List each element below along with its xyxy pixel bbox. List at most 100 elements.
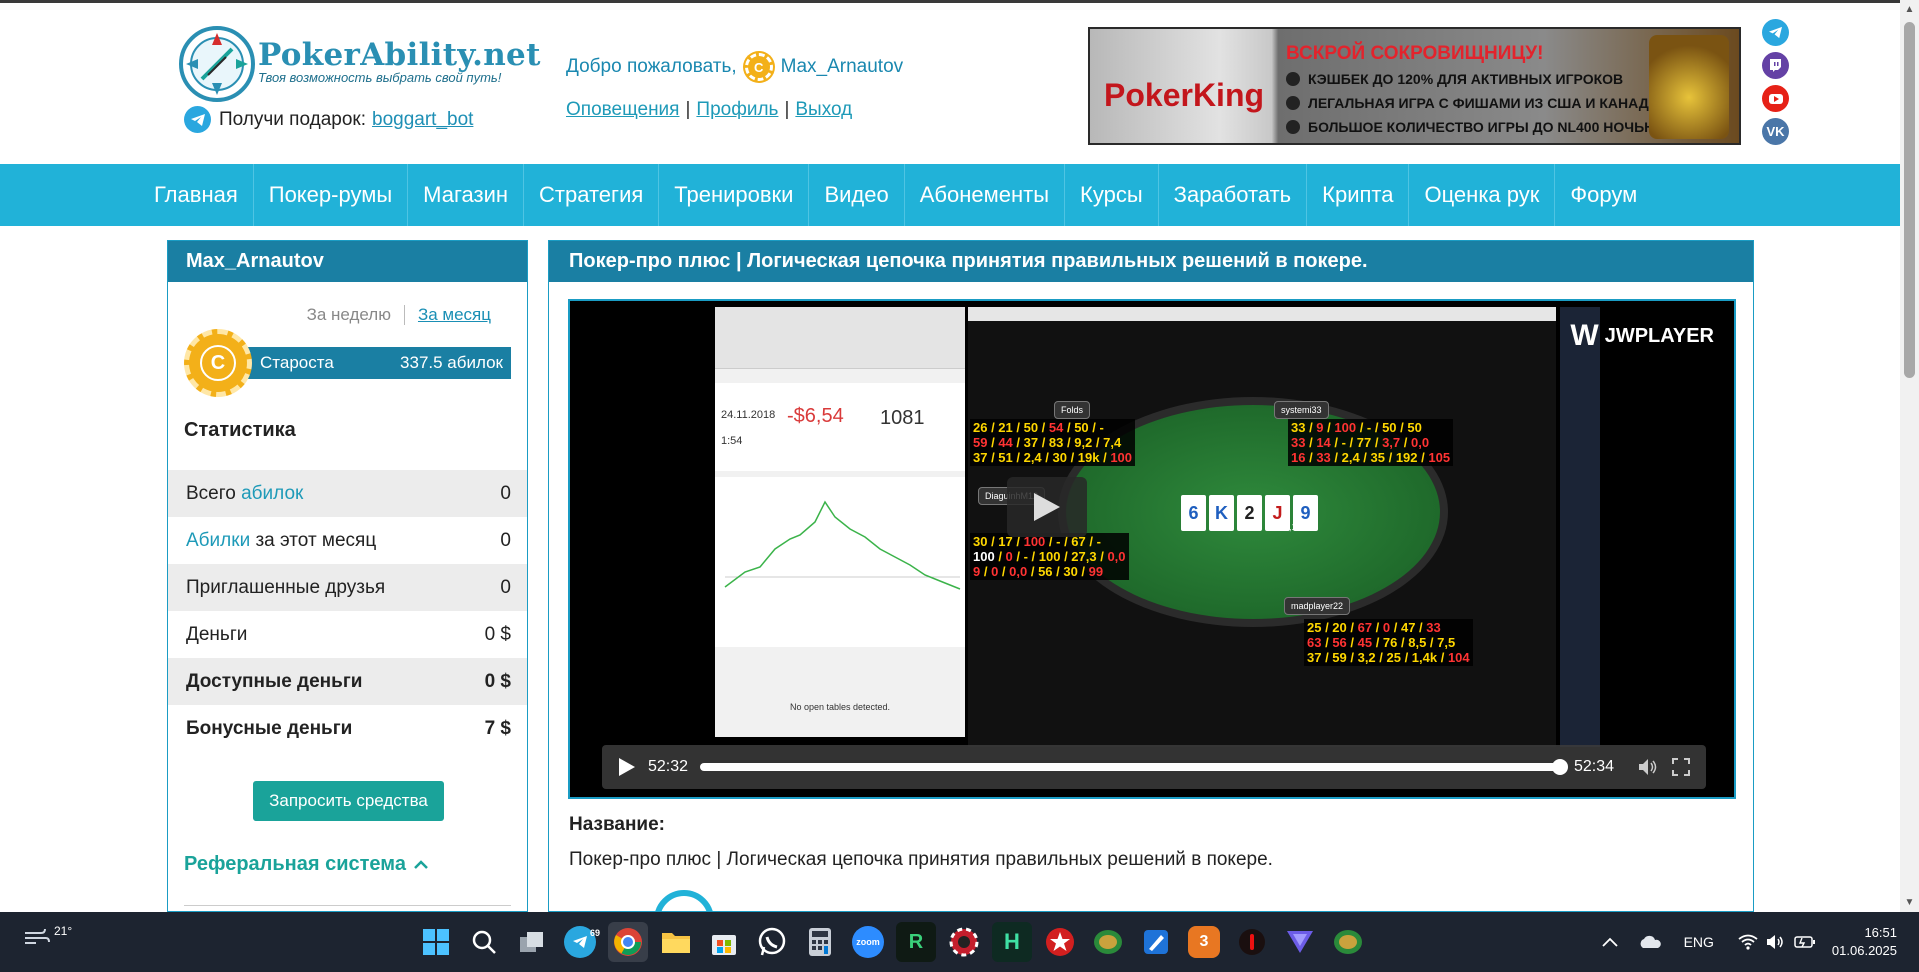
logo-title[interactable]: PokerAbility.net xyxy=(258,37,541,73)
period-week[interactable]: За неделю xyxy=(307,305,405,325)
vpn-icon[interactable] xyxy=(1280,922,1320,962)
seek-bar[interactable] xyxy=(700,759,1568,775)
language-indicator[interactable]: ENG xyxy=(1684,934,1714,950)
nav-home[interactable]: Главная xyxy=(139,164,254,226)
notifications-link[interactable]: Оповещения xyxy=(566,99,679,120)
nav-crypto[interactable]: Крипта xyxy=(1307,164,1410,226)
wifi-icon[interactable] xyxy=(1738,934,1758,950)
nav-earn[interactable]: Заработать xyxy=(1159,164,1308,226)
stat-label-text: за этот месяц xyxy=(250,529,377,551)
nav-strategy[interactable]: Стратегия xyxy=(524,164,660,226)
paint-icon[interactable] xyxy=(1136,922,1176,962)
referral-label: Реферальная система xyxy=(184,853,406,875)
treasure-chest-image xyxy=(1649,35,1729,139)
pokerking-banner[interactable]: PokerKing ВСКРОЙ СОКРОВИЩНИЦУ! КЭШБЕК ДО… xyxy=(1088,27,1741,145)
banner-brand: PokerKing xyxy=(1104,77,1264,114)
request-funds-button[interactable]: Запросить средства xyxy=(253,781,444,821)
board-card: K xyxy=(1209,495,1234,531)
task-view-icon[interactable] xyxy=(512,922,552,962)
replayer-titlebar xyxy=(968,307,1556,321)
gift-bot-link[interactable]: boggart_bot xyxy=(372,109,473,131)
twitch-icon[interactable] xyxy=(1762,52,1789,79)
stat-label: Бонусные деньги xyxy=(186,717,353,739)
zoom-icon[interactable]: zoom xyxy=(852,926,884,958)
banner-brand-b: King xyxy=(1192,77,1265,113)
stat-row: Всего абилок 0 xyxy=(168,470,527,517)
app-ggpoker-icon[interactable] xyxy=(1232,922,1272,962)
onedrive-icon[interactable] xyxy=(1638,935,1662,949)
stat-label-link[interactable]: Абилки xyxy=(186,530,250,551)
chrome-icon[interactable] xyxy=(608,922,648,962)
scroll-thumb[interactable] xyxy=(1904,22,1915,378)
clock[interactable]: 16:51 01.06.2025 xyxy=(1832,924,1897,960)
play-icon[interactable] xyxy=(618,757,636,777)
welcome-line: Добро пожаловать, C Max_Arnautov xyxy=(566,53,903,81)
user-sidebar: Max_Arnautov За неделю За месяц Староста… xyxy=(167,240,528,912)
banner-line: КЭШБЕК ДО 120% ДЛЯ АКТИВНЫХ ИГРОКОВ xyxy=(1286,71,1623,87)
welcome-username[interactable]: Max_Arnautov xyxy=(781,56,904,78)
profile-link[interactable]: Профиль xyxy=(696,99,778,120)
stat-row: Приглашенные друзья 0 xyxy=(168,564,527,611)
period-month[interactable]: За месяц xyxy=(405,305,491,325)
nav-courses[interactable]: Курсы xyxy=(1065,164,1159,226)
pokerstars-icon[interactable] xyxy=(1040,922,1080,962)
whatsapp-icon[interactable] xyxy=(752,922,792,962)
banner-headline: ВСКРОЙ СОКРОВИЩНИЦУ! xyxy=(1286,43,1544,64)
board-card: 2 xyxy=(1237,495,1262,531)
big-play-button[interactable] xyxy=(1007,477,1087,537)
nav-hand-review[interactable]: Оценка рук xyxy=(1409,164,1556,226)
stat-label: Доступные деньги xyxy=(186,670,363,692)
hm-winnings-graph xyxy=(715,477,965,647)
scroll-up-icon[interactable]: ▲ xyxy=(1900,0,1919,19)
page-scrollbar[interactable]: ▲ ▼ xyxy=(1900,0,1919,912)
hud-stats: 33 / 9 / 100 / - / 50 / 50 33 / 14 / - / … xyxy=(1288,419,1454,466)
nav-forum[interactable]: Форум xyxy=(1555,164,1652,226)
stat-label-link[interactable]: абилок xyxy=(241,483,303,504)
vk-icon[interactable]: VK xyxy=(1762,118,1789,145)
battery-icon[interactable] xyxy=(1794,935,1816,949)
rank-value: 337.5 абилок xyxy=(400,353,503,372)
nav-video[interactable]: Видео xyxy=(809,164,905,226)
referral-toggle[interactable]: Реферальная система xyxy=(184,853,428,876)
rank-progress: Староста 337.5 абилок xyxy=(224,347,511,379)
user-links: Оповещения | Профиль | Выход xyxy=(566,99,853,120)
telegram-app-icon[interactable]: 69 xyxy=(564,926,600,958)
seat-label: madplayer22 xyxy=(1284,597,1351,615)
stat-value: 0 xyxy=(500,529,511,551)
time-current: 52:32 xyxy=(648,758,689,775)
nav-shop[interactable]: Магазин xyxy=(408,164,525,226)
telegram-social-icon[interactable] xyxy=(1762,19,1789,46)
app-r-icon[interactable]: R xyxy=(896,922,936,962)
video-player[interactable]: 24.11.2018 1:54 -$6,54 1081 No open table… xyxy=(568,299,1736,799)
weather-widget[interactable]: 21° xyxy=(24,924,72,946)
play-icon xyxy=(1034,493,1060,521)
file-explorer-icon[interactable] xyxy=(656,922,696,962)
poker-chip-app-icon[interactable] xyxy=(944,922,984,962)
app-3-icon[interactable]: 3 xyxy=(1188,926,1220,958)
poker-client-2-icon[interactable] xyxy=(1328,922,1368,962)
poker-client-icon[interactable] xyxy=(1088,922,1128,962)
scroll-down-icon[interactable]: ▼ xyxy=(1900,893,1919,912)
gift-text: Получи подарок: xyxy=(219,108,366,130)
stat-label: Всего абилок xyxy=(186,483,303,505)
welcome-text: Добро пожаловать, xyxy=(566,56,737,77)
seek-handle[interactable] xyxy=(1551,759,1568,775)
stat-row: Доступные деньги 0 $ xyxy=(168,658,527,705)
volume-icon[interactable] xyxy=(1766,934,1786,950)
chevron-up-icon[interactable] xyxy=(1601,937,1618,947)
store-icon[interactable] xyxy=(704,922,744,962)
loading-spinner-icon xyxy=(654,890,714,911)
search-icon[interactable] xyxy=(464,922,504,962)
volume-icon[interactable] xyxy=(1638,758,1660,776)
nav-trainings[interactable]: Тренировки xyxy=(659,164,810,226)
logo-icon[interactable] xyxy=(178,25,256,103)
jw-w-icon: W xyxy=(1570,319,1599,352)
start-icon[interactable] xyxy=(416,922,456,962)
calculator-icon[interactable] xyxy=(800,922,840,962)
youtube-icon[interactable] xyxy=(1762,85,1789,112)
logout-link[interactable]: Выход xyxy=(795,99,852,120)
app-h-icon[interactable]: H xyxy=(992,922,1032,962)
nav-subscriptions[interactable]: Абонементы xyxy=(905,164,1066,226)
nav-poker-rooms[interactable]: Покер-румы xyxy=(254,164,409,226)
fullscreen-icon[interactable] xyxy=(1672,758,1690,776)
